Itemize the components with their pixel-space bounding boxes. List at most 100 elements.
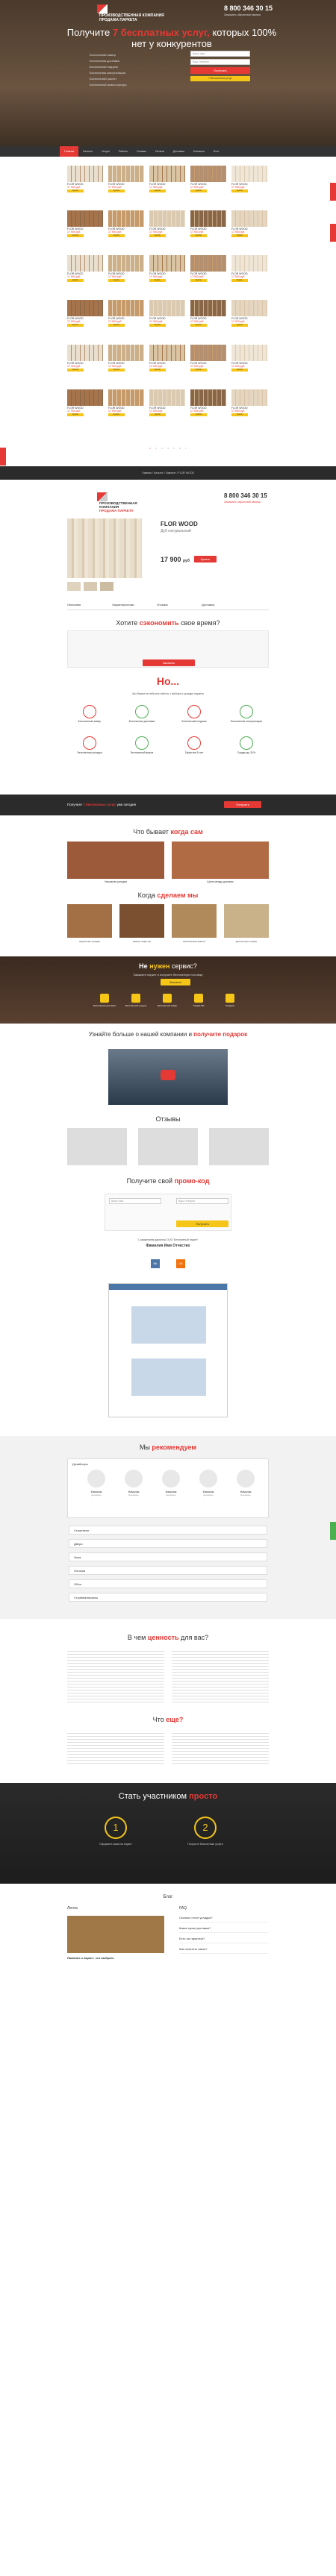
tile-buy-button[interactable]: Купить: [149, 324, 166, 327]
header-phone[interactable]: 8 800 346 30 15: [224, 4, 273, 12]
product-tile[interactable]: FLOR WOOD 17 900 руб Купить: [67, 389, 103, 416]
product-tile[interactable]: FLOR WOOD 17 900 руб Купить: [190, 255, 226, 282]
nav-item[interactable]: Доставка: [169, 146, 189, 157]
social-post-image[interactable]: [131, 1306, 206, 1344]
product-tile[interactable]: FLOR WOOD 17 900 руб Купить: [231, 389, 267, 416]
tile-buy-button[interactable]: Купить: [231, 413, 248, 416]
tile-buy-button[interactable]: Купить: [231, 279, 248, 282]
tile-image[interactable]: [190, 300, 226, 316]
tile-buy-button[interactable]: Купить: [67, 413, 84, 416]
nav-item[interactable]: Главная: [60, 146, 79, 157]
faq-item[interactable]: Как оплатить заказ?: [179, 1947, 269, 1954]
nav-item[interactable]: Контакты: [189, 146, 209, 157]
review-card[interactable]: [138, 1128, 198, 1165]
cta-button[interactable]: Получить: [224, 801, 261, 808]
play-icon[interactable]: [161, 1070, 175, 1080]
tile-buy-button[interactable]: Купить: [108, 324, 125, 327]
tile-image[interactable]: [149, 389, 185, 406]
tile-buy-button[interactable]: Купить: [190, 369, 207, 372]
product-tile[interactable]: FLOR WOOD 17 900 руб Купить: [231, 345, 267, 372]
product-tile[interactable]: FLOR WOOD 17 900 руб Купить: [108, 255, 144, 282]
pagination-dot[interactable]: 7: [184, 447, 188, 451]
tile-image[interactable]: [190, 345, 226, 361]
product-tile[interactable]: FLOR WOOD 17 900 руб Купить: [149, 210, 185, 237]
recommend-item[interactable]: Потолки: [69, 1566, 267, 1575]
product-thumb[interactable]: [67, 582, 81, 591]
pagination-dot[interactable]: 6: [178, 447, 182, 451]
tile-buy-button[interactable]: Купить: [108, 279, 125, 282]
tile-image[interactable]: [231, 255, 267, 272]
tile-image[interactable]: [67, 345, 103, 361]
logo[interactable]: ПРОИЗВОДСТВЕННАЯ КОМПАНИЯ ПРОДАЖА ПАРКЕТА: [97, 4, 172, 22]
designer-card[interactable]: Фамилия Дизайнер: [156, 1470, 186, 1497]
tile-image[interactable]: [190, 210, 226, 227]
social-widget[interactable]: [108, 1283, 228, 1417]
social-post-image[interactable]: [131, 1358, 206, 1396]
tile-image[interactable]: [149, 210, 185, 227]
tile-image[interactable]: [231, 345, 267, 361]
tile-image[interactable]: [67, 166, 103, 182]
promo-name-input[interactable]: Ваше имя: [109, 1198, 161, 1204]
tile-buy-button[interactable]: Купить: [149, 189, 166, 192]
product-tile[interactable]: FLOR WOOD 17 900 руб Купить: [67, 300, 103, 327]
tile-image[interactable]: [149, 255, 185, 272]
nav-item[interactable]: Работы: [114, 146, 132, 157]
tile-buy-button[interactable]: Купить: [108, 369, 125, 372]
tile-buy-button[interactable]: Купить: [190, 189, 207, 192]
product-tile[interactable]: FLOR WOOD 17 900 руб Купить: [108, 345, 144, 372]
tile-image[interactable]: [67, 389, 103, 406]
economy-button[interactable]: Заказать: [143, 659, 195, 666]
tile-buy-button[interactable]: Купить: [190, 279, 207, 282]
recommend-item[interactable]: Окна: [69, 1552, 267, 1561]
designer-card[interactable]: Фамилия Дизайнер: [193, 1470, 223, 1497]
product-tile[interactable]: FLOR WOOD 17 900 руб Купить: [108, 166, 144, 192]
product-tile[interactable]: FLOR WOOD 17 900 руб Купить: [108, 300, 144, 327]
tile-buy-button[interactable]: Купить: [231, 324, 248, 327]
designer-card[interactable]: Фамилия Дизайнер: [231, 1470, 261, 1497]
pagination-dot[interactable]: 5: [172, 447, 176, 451]
header-phone-2[interactable]: 8 800 346 30 15: [224, 492, 267, 499]
tile-buy-button[interactable]: Купить: [231, 189, 248, 192]
product-tile[interactable]: FLOR WOOD 17 900 руб Купить: [149, 255, 185, 282]
tile-buy-button[interactable]: Купить: [149, 279, 166, 282]
faq-item[interactable]: Сколько стоит укладка?: [179, 1916, 269, 1922]
tile-image[interactable]: [231, 389, 267, 406]
tile-image[interactable]: [108, 166, 144, 182]
product-tile[interactable]: FLOR WOOD 17 900 руб Купить: [67, 255, 103, 282]
vk-icon[interactable]: ВК: [151, 1259, 160, 1268]
product-tile[interactable]: FLOR WOOD 17 900 руб Купить: [190, 210, 226, 237]
tile-buy-button[interactable]: Купить: [108, 234, 125, 237]
side-tab-left[interactable]: [0, 448, 6, 466]
tile-image[interactable]: [108, 210, 144, 227]
faq-item[interactable]: Какие сроки доставки?: [179, 1926, 269, 1933]
tile-image[interactable]: [190, 166, 226, 182]
tile-image[interactable]: [190, 389, 226, 406]
tile-image[interactable]: [108, 345, 144, 361]
review-card[interactable]: [209, 1128, 269, 1165]
promo-button[interactable]: Получить: [176, 1220, 228, 1227]
tile-buy-button[interactable]: Купить: [149, 369, 166, 372]
nav-item[interactable]: Блог: [209, 146, 224, 157]
tile-buy-button[interactable]: Купить: [231, 369, 248, 372]
nav-item[interactable]: Каталог: [78, 146, 97, 157]
side-tab-green[interactable]: [330, 1522, 336, 1540]
product-tile[interactable]: FLOR WOOD 17 900 руб Купить: [67, 166, 103, 192]
tile-image[interactable]: [190, 255, 226, 272]
product-tile[interactable]: FLOR WOOD 17 900 руб Купить: [67, 210, 103, 237]
tile-buy-button[interactable]: Купить: [108, 413, 125, 416]
tile-image[interactable]: [108, 389, 144, 406]
product-thumb[interactable]: [84, 582, 97, 591]
recommend-item[interactable]: Двери: [69, 1539, 267, 1548]
tile-buy-button[interactable]: Купить: [149, 234, 166, 237]
nav-item[interactable]: Оплата: [151, 146, 169, 157]
about-video[interactable]: [108, 1049, 228, 1105]
product-tile[interactable]: FLOR WOOD 17 900 руб Купить: [149, 345, 185, 372]
tab-specs[interactable]: Характеристики: [112, 603, 157, 607]
review-card[interactable]: [67, 1128, 127, 1165]
tile-buy-button[interactable]: Купить: [149, 413, 166, 416]
logo-2[interactable]: ПРОИЗВОДСТВЕННАЯ КОМПАНИЯ ПРОДАЖА ПАРКЕТА: [97, 492, 142, 513]
product-tile[interactable]: FLOR WOOD 17 900 руб Купить: [190, 166, 226, 192]
product-tile[interactable]: FLOR WOOD 17 900 руб Купить: [190, 389, 226, 416]
tile-buy-button[interactable]: Купить: [67, 189, 84, 192]
promo-phone-input[interactable]: Ваш телефон: [176, 1198, 228, 1204]
